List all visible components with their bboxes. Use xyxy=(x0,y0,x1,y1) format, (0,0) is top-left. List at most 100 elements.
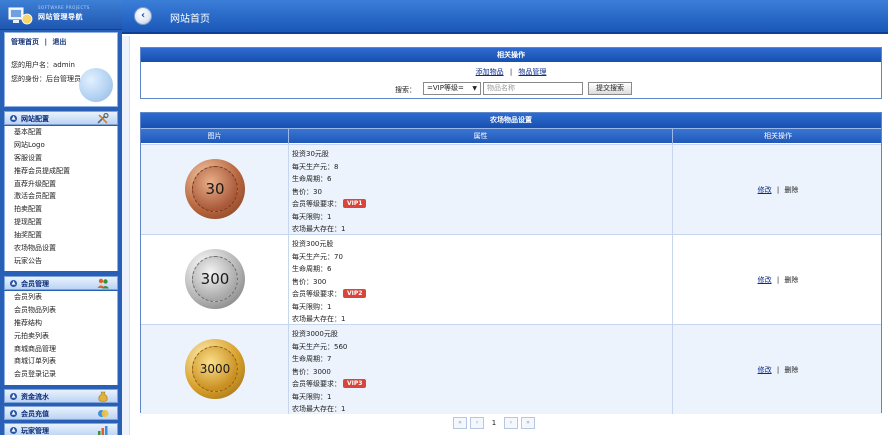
users-icon xyxy=(97,278,109,289)
sidebar-item-site-logo[interactable]: 网站Logo xyxy=(5,139,117,152)
sidebar-item-lottery-config[interactable]: 抽奖配置 xyxy=(5,229,117,242)
row-actions: 修改 | 删除 xyxy=(673,365,883,375)
attr-daily-output: 每天生产元：8 xyxy=(292,162,339,171)
edit-link[interactable]: 修改 xyxy=(758,366,772,374)
sidebar-item-withdraw-config[interactable]: 提现配置 xyxy=(5,216,117,229)
attr-daily-limit: 每天限购：1 xyxy=(292,392,332,401)
attr-daily-output: 每天生产元：560 xyxy=(292,342,348,351)
sidebar-list-member-management: 会员列表 会员物品列表 推荐结构 元拍卖列表 商城商品管理 商城订单列表 会员登… xyxy=(4,291,118,385)
sidebar-item-referral-commission[interactable]: 推荐会员提成配置 xyxy=(5,165,117,178)
vip-requirement-label: 会员等级要求： xyxy=(292,290,341,298)
item-attributes-cell: 投资3000元股 每天生产元：560 生命周期：7 售价：3000 会员等级要求… xyxy=(289,325,673,414)
column-header-actions: 相关操作 xyxy=(764,132,792,140)
row-actions: 修改 | 删除 xyxy=(673,185,883,195)
sidebar-section-label: 资金流水 xyxy=(21,393,49,401)
sidebar-item-direct-upgrade[interactable]: 直荐升级配置 xyxy=(5,178,117,191)
delete-link[interactable]: 删除 xyxy=(784,276,798,284)
sidebar-item-mall-orders[interactable]: 商城订单列表 xyxy=(5,355,117,368)
sidebar-item-referral-tree[interactable]: 推荐结构 xyxy=(5,317,117,330)
attr-vip-requirement: 会员等级要求： VIP3 xyxy=(292,378,672,391)
back-arrow-icon[interactable]: ‹ xyxy=(134,7,152,25)
sidebar-section-label: 会员充值 xyxy=(21,410,49,418)
search-label: 搜索： xyxy=(395,86,416,94)
sidebar-list-site-config: 基本配置 网站Logo 客服设置 推荐会员提成配置 直荐升级配置 激活会员配置 … xyxy=(4,126,118,271)
attr-price: 售价：300 xyxy=(292,277,327,286)
sidebar-section-player-management[interactable]: ▲ 玩家管理 xyxy=(4,423,118,435)
globe-decoration-icon xyxy=(79,68,113,102)
sidebar-item-auction-list[interactable]: 元拍卖列表 xyxy=(5,330,117,343)
submit-search-button[interactable]: 提交搜索 xyxy=(588,82,632,95)
item-image-cell: 300 xyxy=(141,235,289,324)
sidebar-section-member-recharge[interactable]: ▲ 会员充值 xyxy=(4,406,118,420)
bronze-coin-icon: 30 xyxy=(185,159,245,219)
farm-items-panel: 农场物品设置 图片 属性 相关操作 30 投资30元股 每天生产元：8 生命周期… xyxy=(140,112,883,414)
chevron-down-icon: ▼ xyxy=(472,85,477,92)
sidebar-section-fund-flow[interactable]: ▲ 资金流水 xyxy=(4,389,118,403)
attr-life-cycle: 生命周期：7 xyxy=(292,355,332,363)
next-page-button[interactable]: › xyxy=(504,417,518,429)
admin-home-link[interactable]: 管理首页 xyxy=(11,38,39,46)
attr-vip-requirement: 会员等级要求： VIP1 xyxy=(292,198,672,211)
item-image-cell: 3000 xyxy=(141,325,289,414)
first-page-button[interactable]: « xyxy=(453,417,467,429)
link-separator: | xyxy=(776,185,780,194)
sidebar-section-label: 会员管理 xyxy=(21,280,49,288)
sidebar-scroll-strip[interactable] xyxy=(122,36,130,435)
page-title: 网站首页 xyxy=(170,14,210,25)
sidebar-item-farm-items[interactable]: 农场物品设置 xyxy=(5,242,117,255)
item-image-cell: 30 xyxy=(141,145,289,234)
sidebar-section-site-config[interactable]: ▲ 网站配置 xyxy=(4,111,118,125)
edit-link[interactable]: 修改 xyxy=(758,186,772,194)
top-bar: ‹ 网站首页 xyxy=(122,0,888,34)
tools-icon xyxy=(97,113,109,124)
attr-invest: 投资300元股 xyxy=(292,240,334,248)
vip-badge: VIP3 xyxy=(343,379,367,388)
column-header-image: 图片 xyxy=(141,129,289,144)
sidebar: SOFTWARE PROJECTS 网站管理导航 管理首页 | 退出 您的用户名… xyxy=(0,0,122,435)
sidebar-item-member-items[interactable]: 会员物品列表 xyxy=(5,304,117,317)
username-line: 您的用户名：admin xyxy=(11,61,75,69)
sidebar-item-member-list[interactable]: 会员列表 xyxy=(5,291,117,304)
sidebar-item-login-records[interactable]: 会员登录记录 xyxy=(5,368,117,381)
vip-level-select[interactable]: =VIP等级= ▼ xyxy=(423,82,481,95)
delete-link[interactable]: 删除 xyxy=(784,366,798,374)
collapse-arrow-icon: ▲ xyxy=(10,115,17,122)
logout-link[interactable]: 退出 xyxy=(52,38,66,46)
attr-daily-limit: 每天限购：1 xyxy=(292,302,332,311)
attr-max-exist: 农场最大存在：1 xyxy=(292,405,346,413)
delete-link[interactable]: 删除 xyxy=(784,186,798,194)
sidebar-item-player-notice[interactable]: 玩家公告 xyxy=(5,255,117,268)
logo-icon xyxy=(8,7,33,25)
link-separator: | xyxy=(509,68,513,76)
current-page-number[interactable]: 1 xyxy=(487,417,501,429)
attr-life-cycle: 生命周期：6 xyxy=(292,265,332,273)
attr-daily-limit: 每天限购：1 xyxy=(292,212,332,221)
table-row: 30 投资30元股 每天生产元：8 生命周期：6 售价：30 会员等级要求： VI… xyxy=(141,144,881,234)
money-bag-icon xyxy=(98,391,108,402)
add-item-link[interactable]: 添加物品 xyxy=(476,68,504,76)
panel-header: 相关操作 xyxy=(141,48,881,62)
chart-icon xyxy=(98,426,108,435)
last-page-button[interactable]: » xyxy=(521,417,535,429)
user-panel: 管理首页 | 退出 您的用户名：admin 您的身份：后台管理员 xyxy=(4,32,118,107)
logo-subtitle: SOFTWARE PROJECTS xyxy=(38,5,90,10)
recharge-icon xyxy=(98,410,109,417)
prev-page-button[interactable]: ‹ xyxy=(470,417,484,429)
attr-vip-requirement: 会员等级要求： VIP2 xyxy=(292,288,672,301)
sidebar-item-customer-service[interactable]: 客服设置 xyxy=(5,152,117,165)
sidebar-item-mall-products[interactable]: 商城商品管理 xyxy=(5,343,117,356)
attr-invest: 投资3000元股 xyxy=(292,330,338,338)
item-actions-cell: 修改 | 删除 xyxy=(673,145,883,234)
item-name-input[interactable]: 物品名称 xyxy=(483,82,583,95)
collapse-arrow-icon: ▲ xyxy=(10,410,17,417)
sidebar-item-basic-config[interactable]: 基本配置 xyxy=(5,126,117,139)
item-attributes-cell: 投资30元股 每天生产元：8 生命周期：6 售价：30 会员等级要求： VIP1 … xyxy=(289,145,673,234)
role-line: 您的身份：后台管理员 xyxy=(11,75,81,83)
manage-items-link[interactable]: 物品管理 xyxy=(518,68,546,76)
ops-links: 添加物品 | 物品管理 xyxy=(141,67,881,77)
sidebar-item-auction-config[interactable]: 拍卖配置 xyxy=(5,203,117,216)
sidebar-section-member-management[interactable]: ▲ 会员管理 xyxy=(4,276,118,290)
user-links: 管理首页 | 退出 xyxy=(11,37,66,47)
edit-link[interactable]: 修改 xyxy=(758,276,772,284)
sidebar-item-activate-member[interactable]: 激活会员配置 xyxy=(5,190,117,203)
